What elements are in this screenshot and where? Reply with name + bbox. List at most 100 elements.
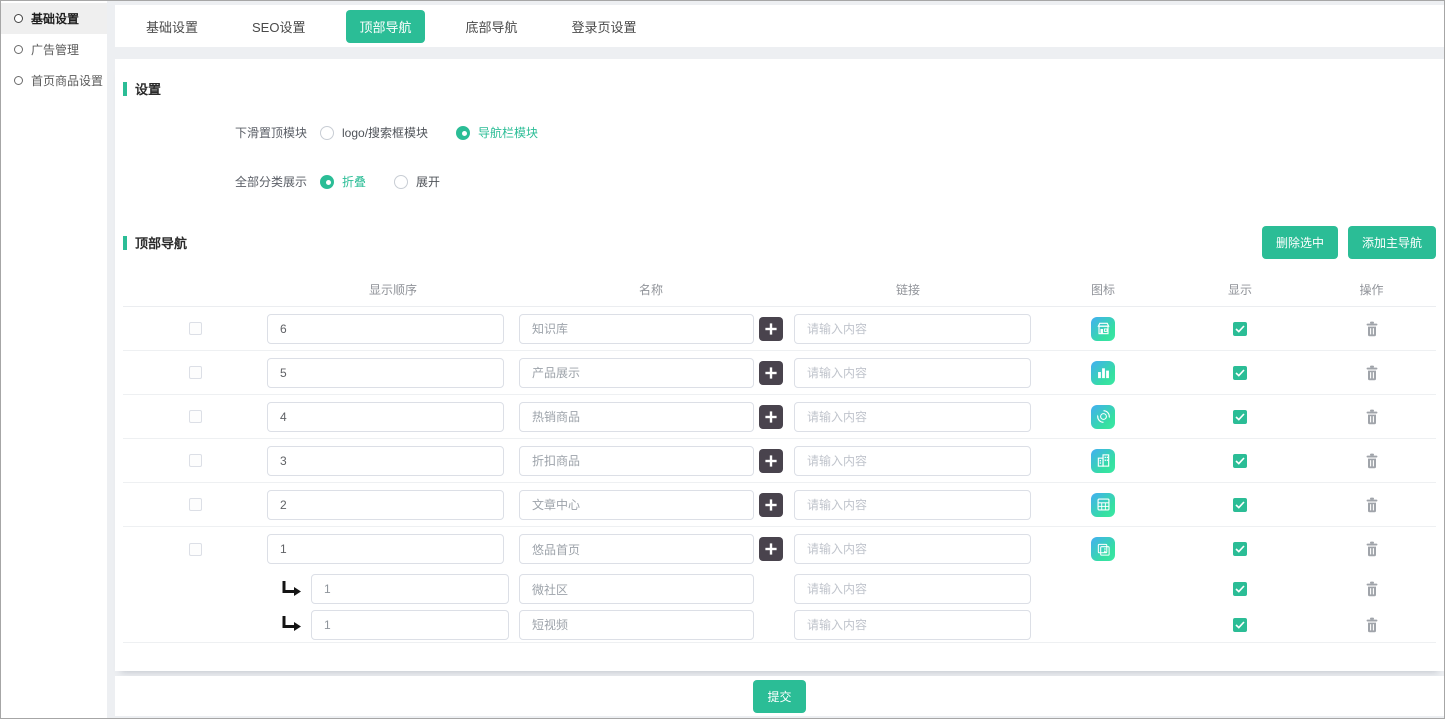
check-icon (1235, 369, 1245, 377)
delete-row-icon[interactable] (1365, 453, 1379, 469)
radio-label: logo/搜索框模块 (342, 124, 428, 141)
name-input[interactable] (519, 574, 754, 604)
radio-checked-icon[interactable] (320, 175, 334, 189)
radio-checked-icon[interactable] (456, 126, 470, 140)
add-subnav-button[interactable] (759, 317, 783, 341)
tab-login-page-settings[interactable]: 登录页设置 (559, 10, 650, 43)
order-input[interactable] (311, 610, 509, 640)
name-input[interactable] (519, 490, 754, 520)
check-icon (1235, 457, 1245, 465)
top-nav-section-header: 顶部导航 删除选中 添加主导航 (123, 226, 1436, 259)
table-row (123, 307, 1436, 351)
name-input[interactable] (519, 402, 754, 432)
delete-row-icon[interactable] (1365, 321, 1379, 337)
tab-basic-settings[interactable]: 基础设置 (133, 10, 211, 43)
delete-row-icon[interactable] (1365, 617, 1379, 633)
order-input[interactable] (267, 402, 504, 432)
settings-section-header: 设置 (123, 79, 1436, 98)
order-input[interactable] (267, 490, 504, 520)
subnav-arrow-icon (281, 616, 302, 633)
add-main-nav-button[interactable]: 添加主导航 (1348, 226, 1436, 259)
calculator-icon[interactable] (1091, 493, 1115, 517)
check-icon (1235, 413, 1245, 421)
show-checkbox-checked[interactable] (1233, 322, 1247, 336)
name-input[interactable] (519, 314, 754, 344)
row-select-checkbox[interactable] (189, 498, 202, 511)
plus-icon (764, 322, 778, 336)
sidebar-item-basic-settings[interactable]: 基础设置 (1, 3, 107, 34)
radio-option-collapsed[interactable]: 折叠 (320, 173, 366, 190)
link-input[interactable] (794, 534, 1031, 564)
name-input[interactable] (519, 534, 754, 564)
row-select-checkbox[interactable] (189, 322, 202, 335)
tab-top-navigation[interactable]: 顶部导航 (346, 10, 424, 43)
link-input[interactable] (794, 446, 1031, 476)
circle-bullet-icon (14, 76, 23, 85)
link-input[interactable] (794, 402, 1031, 432)
link-input[interactable] (794, 610, 1031, 640)
link-input[interactable] (794, 490, 1031, 520)
top-nav-title-wrap: 顶部导航 (123, 233, 187, 252)
delete-row-icon[interactable] (1365, 409, 1379, 425)
add-subnav-button[interactable] (759, 537, 783, 561)
add-subnav-button[interactable] (759, 449, 783, 473)
row-select-checkbox[interactable] (189, 543, 202, 556)
row-select-checkbox[interactable] (189, 366, 202, 379)
content-card: 设置 下滑置顶模块 logo/搜索框模块 导航栏模块 全部分类展示 折叠 (115, 59, 1444, 671)
order-input[interactable] (311, 574, 509, 604)
add-subnav-button[interactable] (759, 405, 783, 429)
order-input[interactable] (267, 358, 504, 388)
sidebar-item-label: 首页商品设置 (31, 72, 103, 89)
order-input[interactable] (267, 534, 504, 564)
show-checkbox-checked[interactable] (1233, 542, 1247, 556)
pages-icon[interactable] (1091, 537, 1115, 561)
delete-row-icon[interactable] (1365, 497, 1379, 513)
link-input[interactable] (794, 574, 1031, 604)
sidebar-item-home-product-settings[interactable]: 首页商品设置 (1, 65, 107, 96)
submit-button[interactable]: 提交 (753, 680, 805, 713)
name-input[interactable] (519, 610, 754, 640)
show-checkbox-checked[interactable] (1233, 454, 1247, 468)
radio-option-logo-search-module[interactable]: logo/搜索框模块 (320, 124, 428, 141)
show-checkbox-checked[interactable] (1233, 618, 1247, 632)
link-input[interactable] (794, 358, 1031, 388)
show-checkbox-checked[interactable] (1233, 582, 1247, 596)
add-subnav-button[interactable] (759, 361, 783, 385)
delete-selected-button[interactable]: 删除选中 (1262, 226, 1338, 259)
subnav-arrow-icon (281, 581, 302, 598)
tab-bottom-navigation[interactable]: 底部导航 (453, 10, 531, 43)
sidebar-item-ad-management[interactable]: 广告管理 (1, 34, 107, 65)
globe-sync-icon[interactable] (1091, 405, 1115, 429)
radio-unchecked-icon[interactable] (394, 175, 408, 189)
name-input[interactable] (519, 358, 754, 388)
delete-row-icon[interactable] (1365, 541, 1379, 557)
table-subrow (123, 607, 1436, 643)
show-checkbox-checked[interactable] (1233, 410, 1247, 424)
row-select-checkbox[interactable] (189, 454, 202, 467)
add-subnav-button[interactable] (759, 493, 783, 517)
delete-row-icon[interactable] (1365, 581, 1379, 597)
bar-chart-icon[interactable] (1091, 361, 1115, 385)
order-input[interactable] (267, 446, 504, 476)
table-row (123, 395, 1436, 439)
radio-option-navbar-module[interactable]: 导航栏模块 (456, 124, 538, 141)
building-icon[interactable] (1091, 449, 1115, 473)
radio-option-expanded[interactable]: 展开 (394, 173, 440, 190)
shop-icon[interactable] (1091, 317, 1115, 341)
row-select-checkbox[interactable] (189, 410, 202, 423)
tab-seo-settings[interactable]: SEO设置 (239, 10, 318, 43)
show-checkbox-checked[interactable] (1233, 366, 1247, 380)
order-input[interactable] (267, 314, 504, 344)
setting-row-category-display: 全部分类展示 折叠 展开 (235, 173, 1436, 190)
col-header-action: 操作 (1307, 281, 1436, 298)
section-marker (123, 82, 127, 96)
check-icon (1235, 621, 1245, 629)
delete-row-icon[interactable] (1365, 365, 1379, 381)
link-input[interactable] (794, 314, 1031, 344)
plus-icon (764, 366, 778, 380)
table-subrow (123, 571, 1436, 607)
radio-unchecked-icon[interactable] (320, 126, 334, 140)
name-input[interactable] (519, 446, 754, 476)
main-area: 基础设置 SEO设置 顶部导航 底部导航 登录页设置 设置 下滑置顶模块 log… (115, 1, 1444, 718)
show-checkbox-checked[interactable] (1233, 498, 1247, 512)
